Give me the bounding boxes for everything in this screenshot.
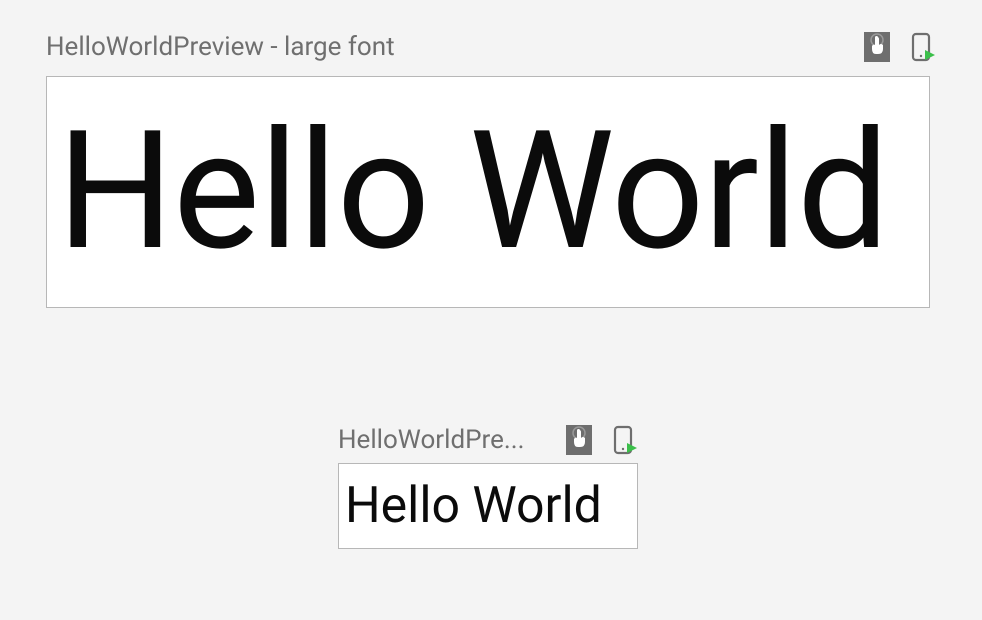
preview-title: HelloWorldPre... [338, 425, 524, 455]
deploy-preview-icon[interactable] [910, 32, 936, 62]
preview-small: HelloWorldPre... [338, 425, 638, 549]
preview-canvas: Hello World [46, 76, 930, 308]
deploy-preview-icon[interactable] [612, 425, 638, 455]
preview-canvas: Hello World [338, 463, 638, 549]
interactive-mode-icon[interactable] [566, 425, 592, 455]
preview-content-text: Hello World [345, 481, 602, 531]
preview-header: HelloWorldPreview - large font [46, 32, 936, 62]
interactive-mode-icon[interactable] [864, 32, 890, 62]
preview-actions [864, 32, 936, 62]
preview-header: HelloWorldPre... [338, 425, 638, 455]
preview-actions [566, 425, 638, 455]
preview-large: HelloWorldPreview - large font [46, 32, 936, 308]
preview-content-text: Hello World [57, 110, 888, 274]
preview-title: HelloWorldPreview - large font [46, 32, 395, 62]
